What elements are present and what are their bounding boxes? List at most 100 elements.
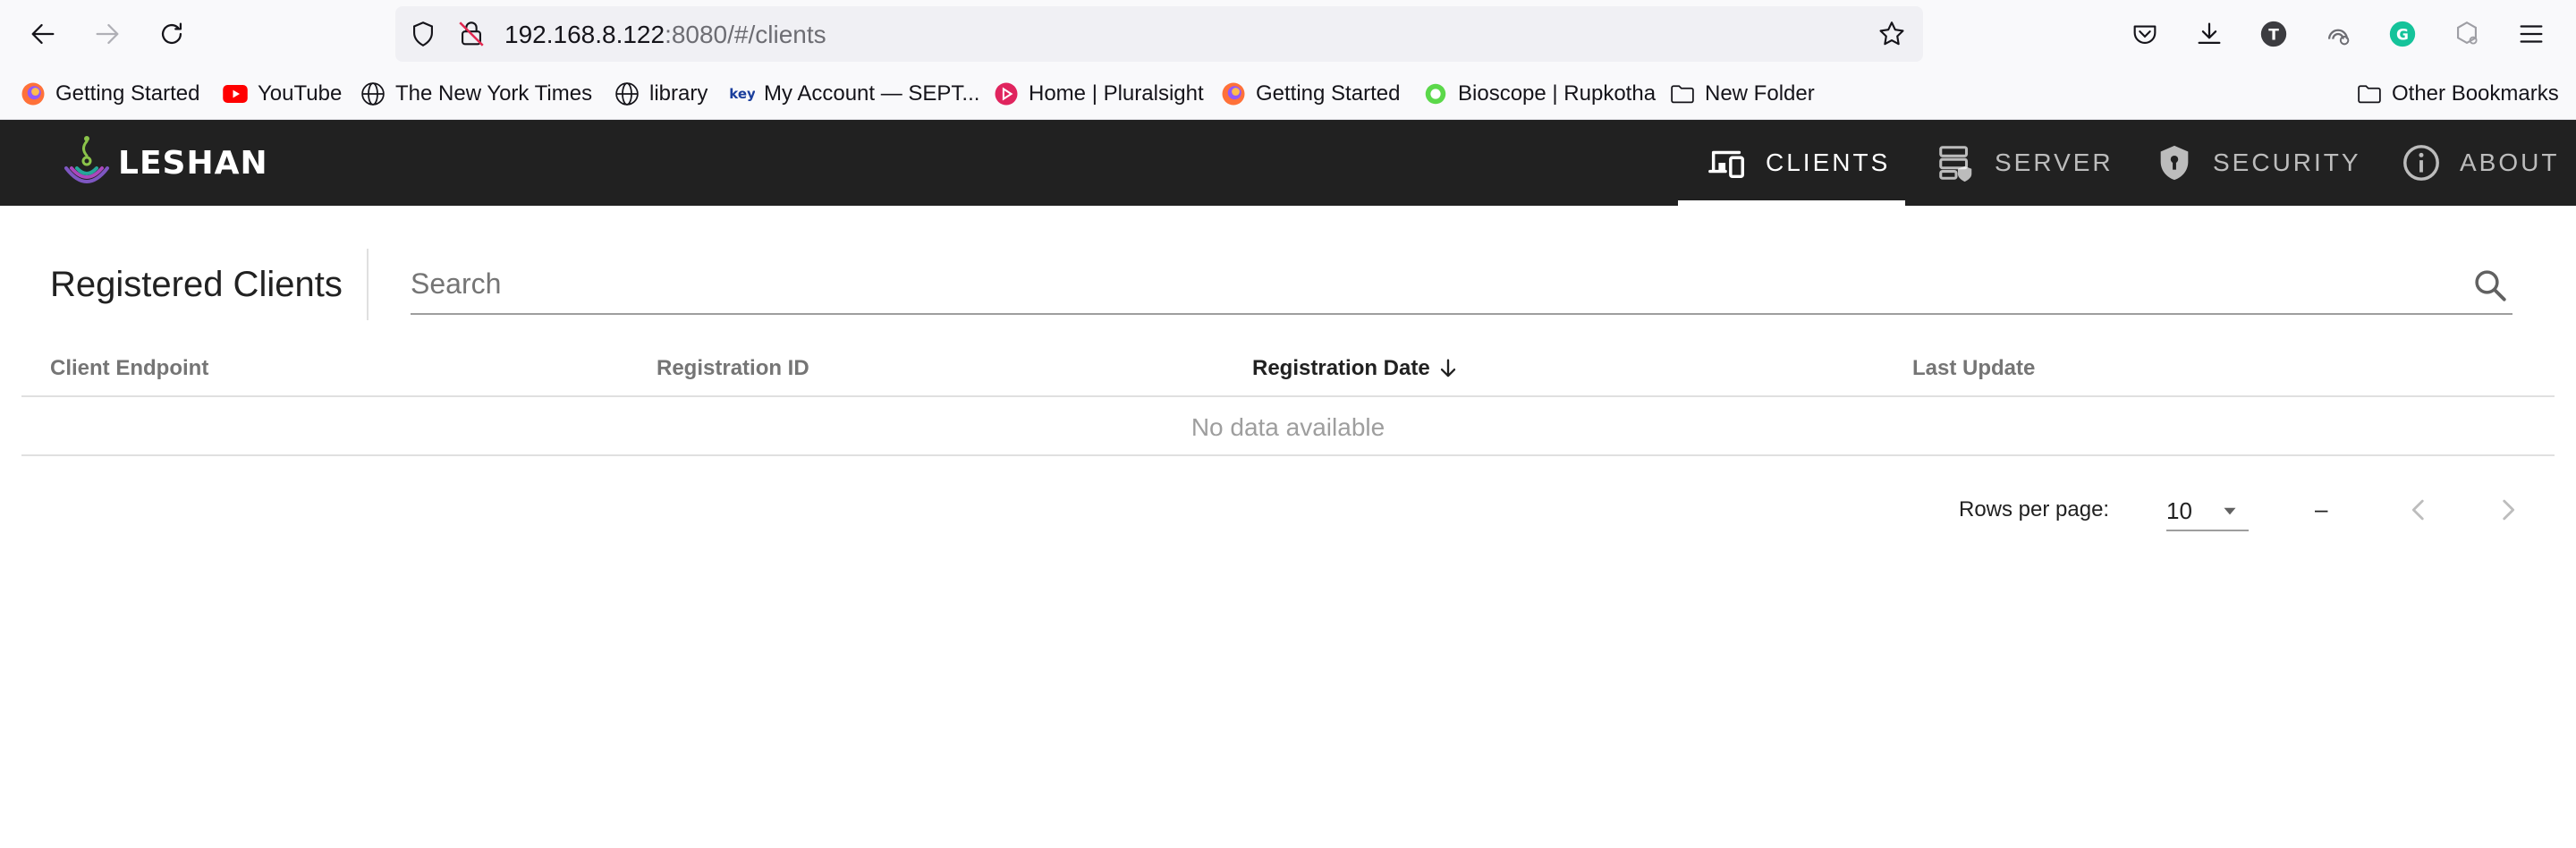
pocket-icon <box>2133 25 2157 44</box>
rows-per-page-select[interactable]: 10 <box>2166 487 2249 531</box>
leshan-logo[interactable]: LESHAN <box>59 132 268 193</box>
bookmark-item[interactable]: The New York Times <box>360 79 592 109</box>
previous-page-button[interactable] <box>2399 490 2438 530</box>
chevron-right-icon <box>2503 499 2515 521</box>
bookmark-item[interactable]: Getting Started <box>20 79 199 109</box>
globe-icon <box>614 81 640 107</box>
menu-button[interactable] <box>2508 11 2555 57</box>
browser-toolbar: 192.168.8.122:8080/#/clients T G <box>0 0 2576 68</box>
clients-table: Client Endpoint Registration ID Registra… <box>21 338 2555 456</box>
column-label: Client Endpoint <box>50 356 209 380</box>
tab-label: CLIENTS <box>1766 148 1891 176</box>
app-header: LESHAN CLIENTS SERVER SECURITY ABOUT <box>0 120 2576 206</box>
tab-label: SERVER <box>1995 148 2114 176</box>
search-field <box>411 256 2512 315</box>
profile-button[interactable]: T <box>2250 11 2297 57</box>
grammarly-button[interactable]: G <box>2379 11 2426 57</box>
bookmark-item[interactable]: library <box>614 79 708 109</box>
star-icon[interactable] <box>1877 19 1907 49</box>
column-label: Registration ID <box>657 356 809 380</box>
arrow-right-icon <box>96 23 119 45</box>
download-icon <box>2198 22 2221 45</box>
folder-icon <box>2356 81 2383 107</box>
bookmark-item[interactable]: Home | Pluralsight <box>993 79 1204 109</box>
url-bar[interactable]: 192.168.8.122:8080/#/clients <box>395 6 1923 62</box>
rows-per-page-label: Rows per page: <box>1959 497 2110 522</box>
other-bookmarks-folder[interactable]: Other Bookmarks <box>2356 79 2559 109</box>
url-path: :8080/#/clients <box>665 21 826 48</box>
column-label: Last Update <box>1912 356 2036 380</box>
globe-icon <box>360 81 386 107</box>
search-input[interactable] <box>411 261 2414 306</box>
pocket-button[interactable] <box>2122 11 2168 57</box>
tab-label: SECURITY <box>2213 148 2361 176</box>
column-header-last-update[interactable]: Last Update <box>1912 356 2035 381</box>
bookmark-label: Bioscope | Rupkotha <box>1458 81 1657 106</box>
downloads-button[interactable] <box>2186 11 2233 57</box>
url-host: 192.168.8.122 <box>504 21 665 48</box>
caret-down-icon <box>2224 507 2236 515</box>
bookmark-item[interactable]: Bioscope | Rupkotha <box>1422 79 1656 109</box>
youtube-icon <box>222 81 249 107</box>
bookmark-label: Getting Started <box>1256 81 1401 106</box>
bookmark-label: YouTube <box>258 81 343 106</box>
devices-icon <box>1708 150 1744 179</box>
info-icon <box>2403 145 2439 181</box>
bookmark-item[interactable]: key My Account — SEPT... <box>728 79 979 109</box>
bookmark-label: The New York Times <box>395 81 593 106</box>
arrow-left-icon <box>31 23 55 45</box>
tab-clients[interactable]: CLIENTS <box>1707 120 1890 206</box>
search-icon <box>2475 270 2506 301</box>
next-page-button[interactable] <box>2488 490 2528 530</box>
forward-button[interactable] <box>84 11 131 57</box>
hamburger-icon <box>2520 25 2543 43</box>
empty-message: No data available <box>1191 413 1385 441</box>
bookmark-label: Other Bookmarks <box>2392 81 2559 106</box>
title-divider <box>367 249 369 320</box>
firefox-icon <box>20 81 47 107</box>
reload-button[interactable] <box>148 11 195 57</box>
column-header-registration-date[interactable]: Registration Date <box>1252 356 1461 381</box>
extensions-button[interactable] <box>2444 11 2490 57</box>
firefox-icon <box>1220 81 1247 107</box>
shield-icon <box>2160 145 2189 181</box>
active-tab-indicator <box>1678 200 1905 206</box>
search-button[interactable] <box>2468 263 2512 308</box>
tab-about[interactable]: ABOUT <box>2401 120 2559 206</box>
empty-row: No data available <box>21 397 2555 456</box>
url-text: 192.168.8.122:8080/#/clients <box>504 21 826 49</box>
extension-button[interactable] <box>2315 11 2361 57</box>
back-button[interactable] <box>20 11 66 57</box>
page-title: Registered Clients <box>50 265 343 304</box>
bookmark-label: New Folder <box>1705 81 1815 106</box>
bookmark-item[interactable]: YouTube <box>222 79 342 109</box>
pluralsight-icon <box>993 81 1020 107</box>
reload-icon <box>161 22 182 45</box>
grammarly-icon: G <box>2389 21 2416 47</box>
profile-initial: T <box>2268 26 2279 44</box>
page-range-text: – <box>2315 496 2328 522</box>
logo-text: LESHAN <box>118 144 268 182</box>
folder-icon <box>1669 81 1696 107</box>
server-icon <box>1939 146 1972 182</box>
bookmark-folder[interactable]: New Folder <box>1669 79 1815 109</box>
tracking-shield-icon[interactable] <box>408 19 438 49</box>
tab-security[interactable]: SECURITY <box>2154 120 2361 206</box>
key-icon: key <box>728 81 755 107</box>
puzzle-icon <box>2457 21 2478 45</box>
bookmarks-bar: Getting Started YouTube The New York Tim… <box>0 68 2576 120</box>
column-header-endpoint[interactable]: Client Endpoint <box>50 356 208 381</box>
profile-avatar-icon: T <box>2260 21 2287 47</box>
tab-server[interactable]: SERVER <box>1936 120 2114 206</box>
bookmark-label: library <box>649 81 708 106</box>
svg-text:key: key <box>729 86 755 102</box>
leshan-logo-icon <box>64 136 109 183</box>
tab-label: ABOUT <box>2460 148 2560 176</box>
insecure-lock-icon[interactable] <box>456 19 487 49</box>
chevron-left-icon <box>2411 499 2424 521</box>
column-header-registration-id[interactable]: Registration ID <box>657 356 809 381</box>
bookmark-label: My Account — SEPT... <box>764 81 980 106</box>
bookmark-item[interactable]: Getting Started <box>1220 79 1400 109</box>
table-header: Client Endpoint Registration ID Registra… <box>21 338 2555 397</box>
rows-per-page-value: 10 <box>2166 497 2192 524</box>
